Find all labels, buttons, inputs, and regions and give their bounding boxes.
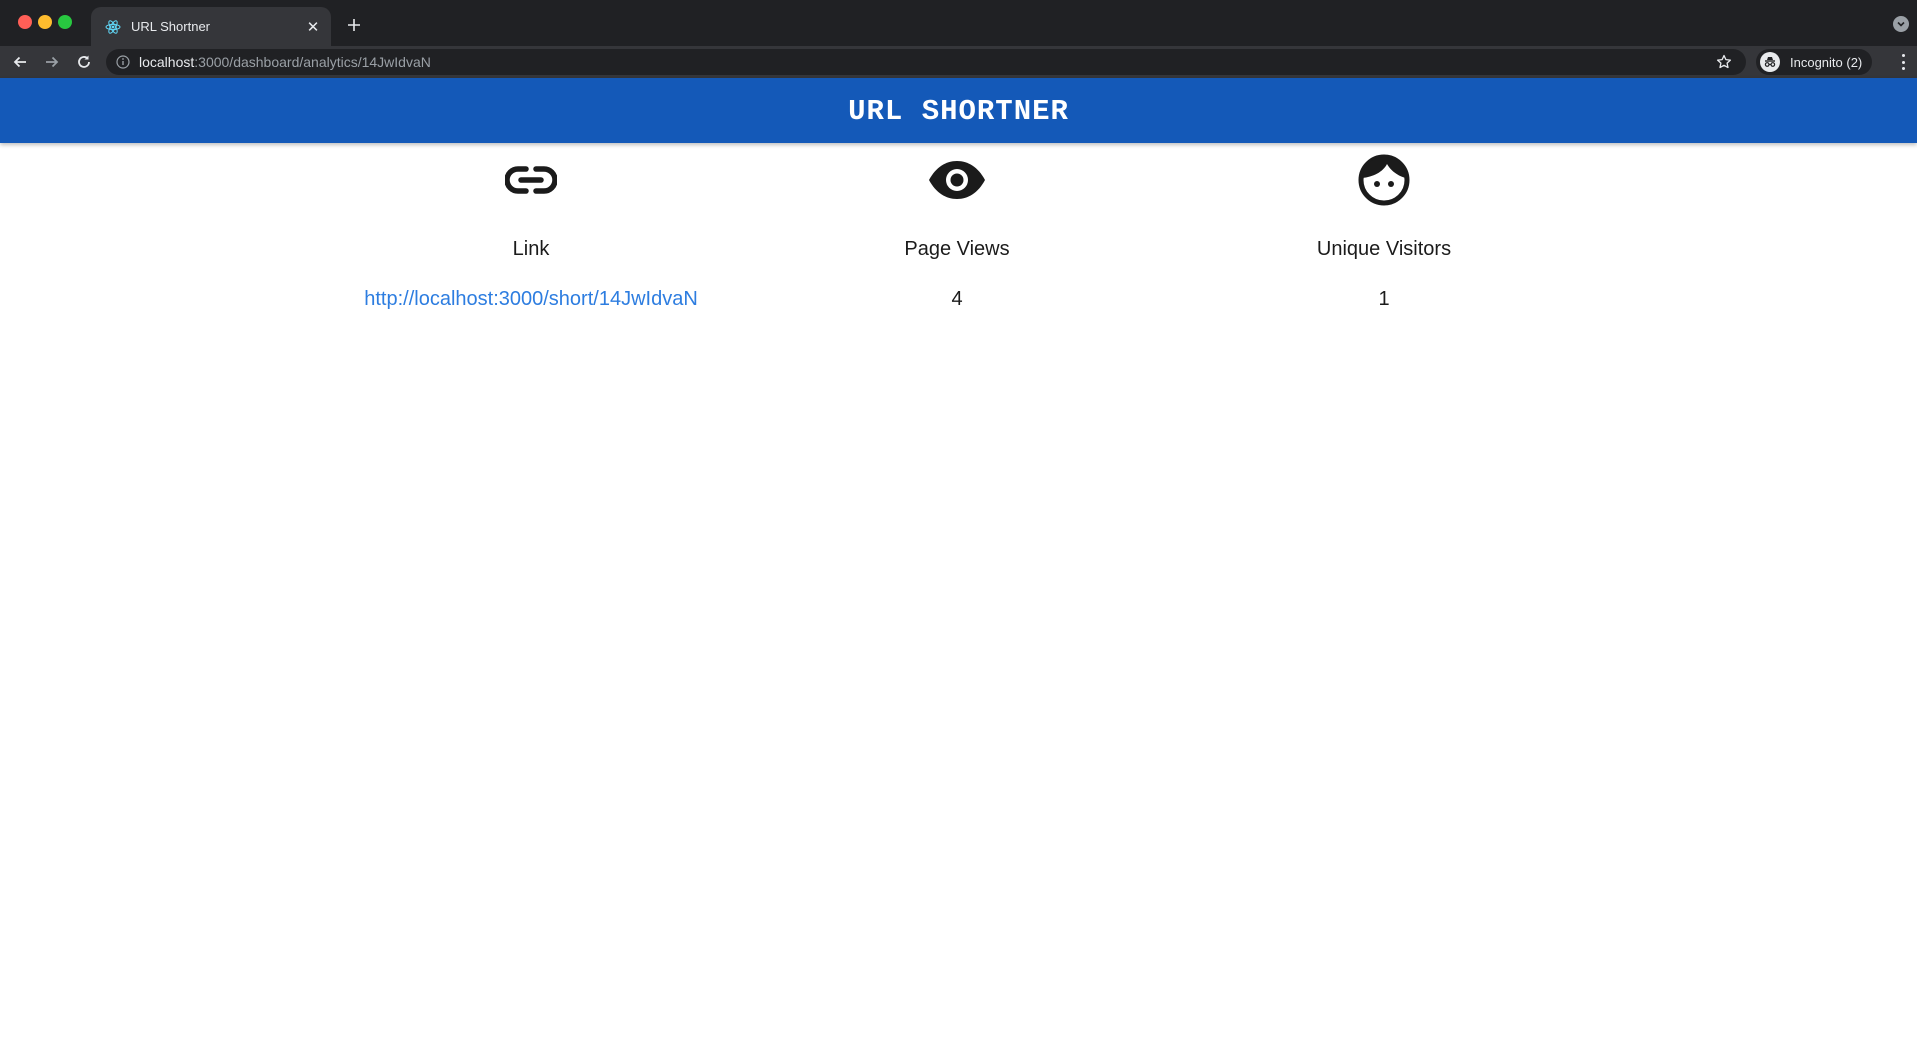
browser-toolbar: localhost:3000/dashboard/analytics/14JwI… — [0, 46, 1917, 78]
site-info-icon[interactable] — [116, 55, 130, 69]
new-tab-icon[interactable] — [342, 13, 366, 37]
profile-label: Incognito (2) — [1790, 54, 1863, 70]
app-header: URL SHORTNER — [0, 78, 1917, 143]
address-bar[interactable]: localhost:3000/dashboard/analytics/14JwI… — [106, 49, 1746, 75]
analytics-stats: Link http://localhost:3000/short/14JwIdv… — [0, 143, 1917, 343]
page-views-value: 4 — [951, 288, 963, 310]
browser-menu-icon[interactable] — [1901, 54, 1905, 70]
address-path: :3000/dashboard/analytics/14JwIdvaN — [194, 54, 431, 70]
browser-tab-bar: URL Shortner ✕ — [0, 0, 1917, 46]
face-icon — [1358, 148, 1410, 212]
eye-icon — [928, 148, 986, 212]
link-icon — [505, 148, 557, 212]
unique-visitors-value: 1 — [1378, 288, 1390, 310]
browser-tab[interactable]: URL Shortner ✕ — [91, 7, 331, 46]
app-title: URL SHORTNER — [848, 95, 1069, 128]
window-close-button[interactable] — [18, 15, 32, 29]
stat-label-page-views: Page Views — [904, 238, 1010, 260]
incognito-icon — [1760, 52, 1780, 72]
stat-label-unique-visitors: Unique Visitors — [1316, 238, 1452, 260]
tab-close-icon[interactable]: ✕ — [303, 17, 323, 37]
tab-search-icon[interactable] — [1893, 16, 1909, 32]
forward-icon[interactable] — [40, 50, 64, 74]
window-minimize-button[interactable] — [38, 15, 52, 29]
react-icon — [105, 19, 121, 35]
short-url-link[interactable]: http://localhost:3000/short/14JwIdvaN — [364, 288, 698, 310]
profile-button[interactable]: Incognito (2) — [1756, 49, 1873, 75]
stat-label-link: Link — [512, 238, 550, 260]
bookmark-star-icon[interactable] — [1716, 54, 1732, 70]
reload-icon[interactable] — [72, 50, 96, 74]
stat-link: Link http://localhost:3000/short/14JwIdv… — [331, 143, 731, 312]
stat-page-views: Page Views 4 — [757, 143, 1157, 312]
address-url: localhost:3000/dashboard/analytics/14JwI… — [139, 54, 431, 70]
stat-unique-visitors: Unique Visitors 1 — [1184, 143, 1584, 312]
tab-title: URL Shortner — [131, 19, 210, 34]
back-icon[interactable] — [8, 50, 32, 74]
window-zoom-button[interactable] — [58, 15, 72, 29]
address-host: localhost — [139, 54, 195, 70]
